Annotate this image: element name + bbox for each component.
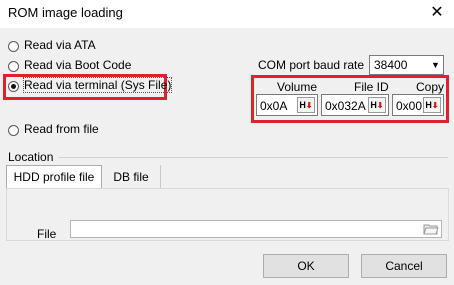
down-arrow-icon: ⬇ <box>431 101 439 110</box>
read-via-boot-code-label[interactable]: Read via Boot Code <box>24 58 131 72</box>
baud-rate-value: 38400 <box>374 58 408 72</box>
volume-value: 0x0A <box>260 99 288 113</box>
file-path-input[interactable] <box>70 220 442 238</box>
copy-hex-button[interactable]: H⬇ <box>423 97 441 113</box>
down-arrow-icon: ⬇ <box>376 101 384 110</box>
volume-label: Volume <box>277 80 318 94</box>
cancel-button[interactable]: Cancel <box>361 254 447 278</box>
chevron-down-icon[interactable]: ▼ <box>428 56 443 74</box>
volume-hex-button[interactable]: H⬇ <box>297 97 315 113</box>
file-id-value: 0x032A <box>325 99 366 113</box>
ok-button[interactable]: OK <box>263 254 349 278</box>
close-icon[interactable]: ✕ <box>427 3 447 23</box>
copy-label: Copy <box>416 80 445 94</box>
down-arrow-icon: ⬇ <box>305 101 313 110</box>
folder-open-icon[interactable] <box>423 223 439 235</box>
tab-db-file[interactable]: DB file <box>106 165 156 189</box>
window-title: ROM image loading <box>8 5 123 20</box>
location-group-line <box>59 157 448 158</box>
radio-read-from-file[interactable] <box>8 125 19 136</box>
radio-read-via-terminal[interactable] <box>8 81 19 92</box>
read-via-terminal-label[interactable]: Read via terminal (Sys File) <box>22 77 173 93</box>
file-label: File <box>37 227 57 241</box>
radio-read-via-boot-code[interactable] <box>8 61 19 72</box>
baud-rate-select[interactable]: 38400 ▼ <box>369 55 444 75</box>
copy-field[interactable]: 0x00 H⬇ <box>392 94 444 116</box>
location-label: Location <box>8 150 54 164</box>
com-port-label: COM port baud rate <box>258 58 365 72</box>
file-id-hex-button[interactable]: H⬇ <box>368 97 386 113</box>
radio-read-via-ata[interactable] <box>8 41 19 52</box>
file-id-label: File ID <box>354 80 389 94</box>
read-via-ata-label[interactable]: Read via ATA <box>24 38 96 52</box>
file-id-field[interactable]: 0x032A H⬇ <box>321 94 389 116</box>
copy-value: 0x00 <box>396 99 423 113</box>
tab-hdd-profile-file[interactable]: HDD profile file <box>6 165 102 189</box>
volume-field[interactable]: 0x0A H⬇ <box>256 94 318 116</box>
read-from-file-label[interactable]: Read from file <box>24 122 99 136</box>
tab-divider <box>160 165 161 189</box>
